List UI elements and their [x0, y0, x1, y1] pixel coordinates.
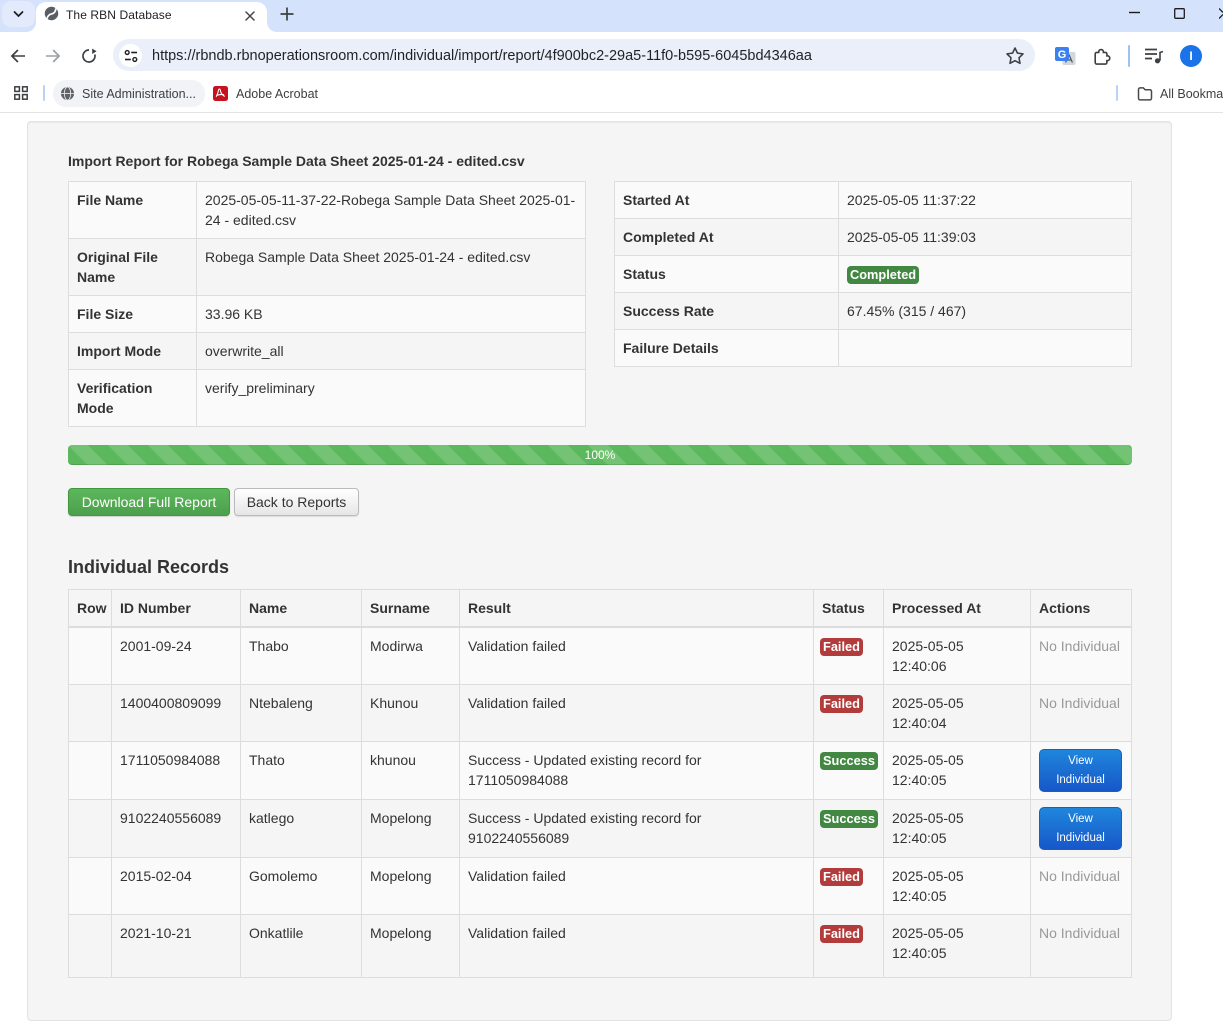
svg-text:G: G: [1058, 49, 1067, 61]
